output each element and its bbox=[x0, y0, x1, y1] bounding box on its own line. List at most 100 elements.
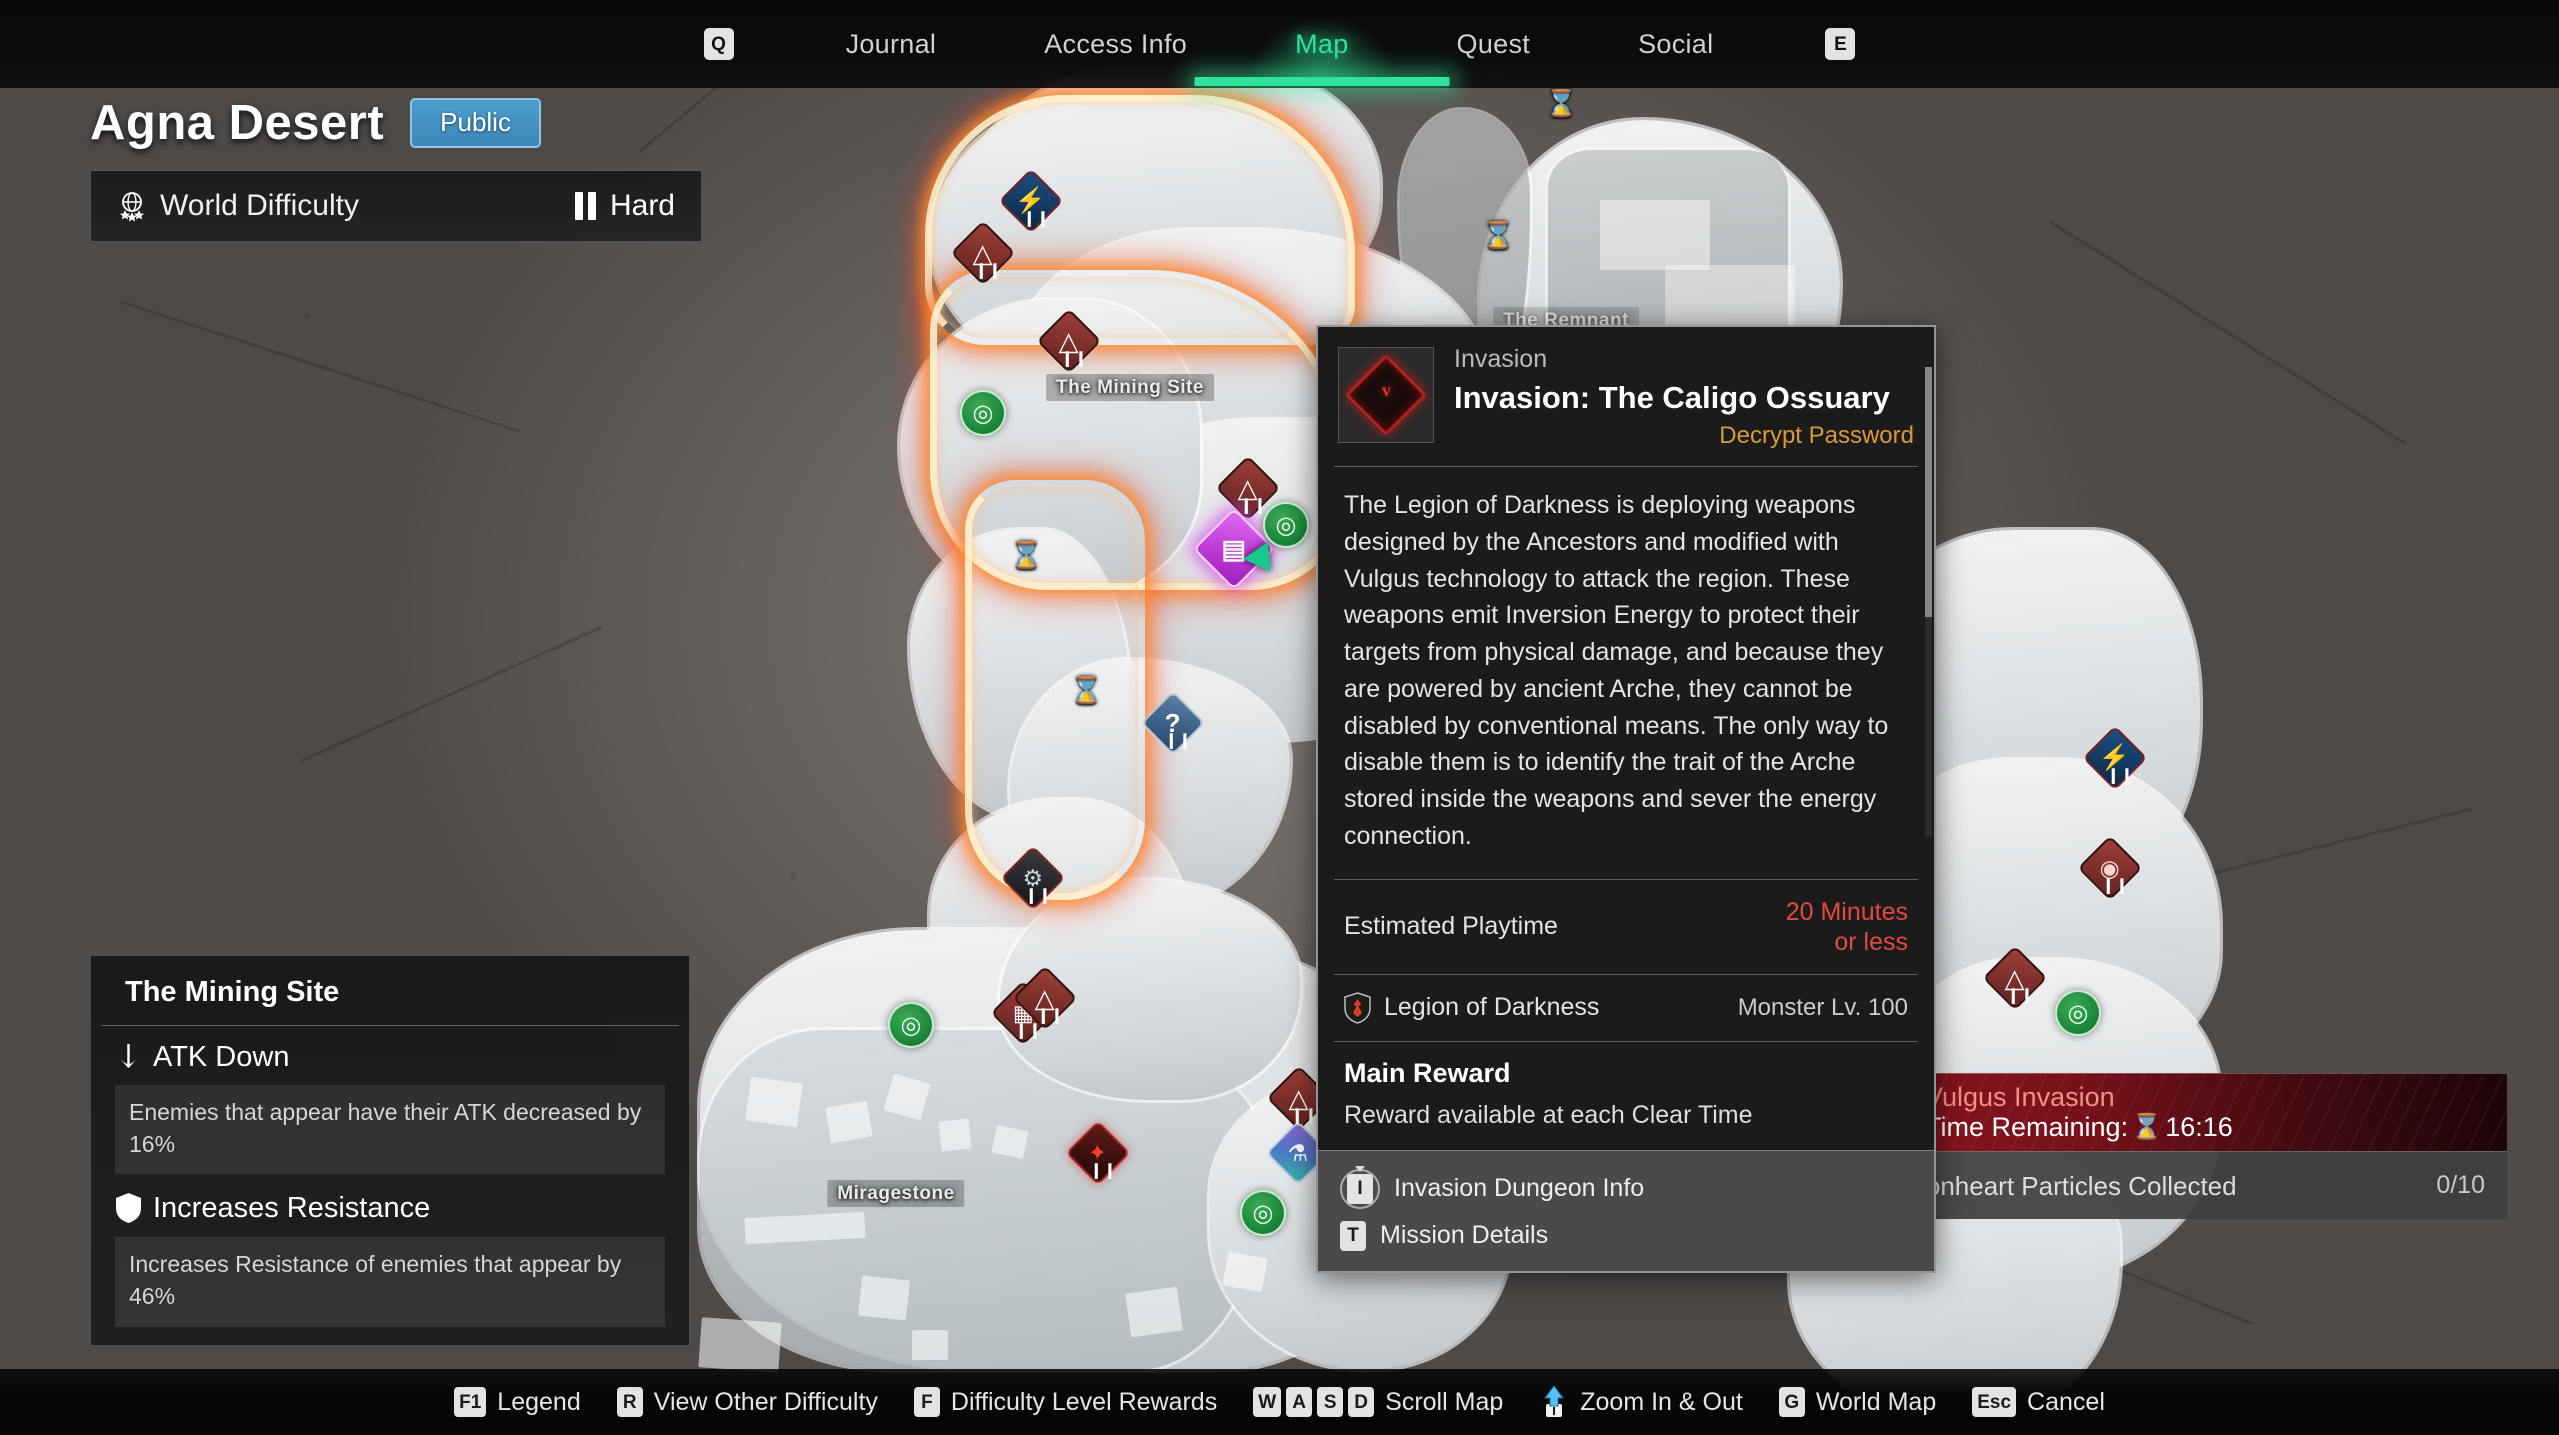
hint-label-zoom: Zoom In & Out bbox=[1580, 1387, 1743, 1416]
world-difficulty-bar[interactable]: World Difficulty Hard bbox=[90, 170, 702, 242]
tab-map-underline bbox=[1194, 76, 1450, 86]
faction-group: Legion of Darkness bbox=[1344, 991, 1600, 1024]
prev-tab-key-q[interactable]: Q bbox=[703, 28, 734, 60]
hint-difficulty-rewards[interactable]: F Difficulty Level Rewards bbox=[896, 1387, 1235, 1417]
map-gate-icon-mid[interactable]: ⌛ bbox=[1070, 675, 1102, 707]
next-tab-key-e[interactable]: E bbox=[1825, 28, 1856, 60]
hint-world-map[interactable]: G World Map bbox=[1761, 1387, 1954, 1417]
map-marker-landing-s[interactable]: ◎ bbox=[1240, 1190, 1286, 1236]
map-marker-landing-sw[interactable]: ◎ bbox=[888, 1002, 934, 1048]
hint-cancel[interactable]: Esc Cancel bbox=[1954, 1387, 2123, 1417]
globe-star-icon bbox=[117, 190, 147, 222]
marker-difficulty-bars: ❙❙ bbox=[1291, 1107, 1319, 1124]
map-marker-energy-north[interactable]: ⚡ ❙❙ bbox=[998, 168, 1064, 234]
marker-difficulty-bars: ❙❙ bbox=[1015, 1022, 1043, 1039]
map-marker-landing-east[interactable]: ◎ bbox=[2055, 990, 2101, 1036]
map-marker-outpost-s2[interactable]: △ ❙❙ bbox=[1012, 965, 1078, 1031]
key-d: D bbox=[1348, 1387, 1375, 1417]
mirage-structure bbox=[698, 1317, 782, 1373]
monster-level: Monster Lv. 100 bbox=[1737, 993, 1908, 1021]
action-mission-details[interactable]: T Mission Details bbox=[1340, 1215, 1912, 1257]
faction-label: Legion of Darkness bbox=[1384, 992, 1600, 1021]
mirage-structure bbox=[1125, 1286, 1183, 1338]
map-gate-icon-west[interactable]: ⌛ bbox=[1010, 540, 1042, 572]
map-marker-unknown[interactable]: ? ❙❙ bbox=[1140, 690, 1206, 756]
map-label-mining-site: The Mining Site bbox=[1046, 374, 1214, 401]
atk-down-icon bbox=[115, 1042, 142, 1072]
hint-keys-legend: F1 bbox=[454, 1387, 487, 1417]
tab-map-label: Map bbox=[1295, 28, 1349, 59]
hint-label-cancel: Cancel bbox=[2027, 1387, 2105, 1416]
tab-map[interactable]: Map bbox=[1194, 15, 1450, 86]
mirage-structure bbox=[825, 1100, 873, 1144]
world-difficulty-label: World Difficulty bbox=[160, 189, 359, 222]
public-badge[interactable]: Public bbox=[410, 98, 541, 148]
invasion-boundary-south bbox=[965, 480, 1145, 900]
region-header: Agna Desert Public World Difficulty Hard bbox=[90, 98, 702, 242]
marker-difficulty-bars: ❙❙ bbox=[975, 262, 1003, 279]
hint-scroll-map[interactable]: W A S D Scroll Map bbox=[1235, 1387, 1521, 1417]
hint-label-scroll-map: Scroll Map bbox=[1385, 1387, 1504, 1416]
gate-icon: ▤ bbox=[1221, 533, 1247, 564]
tab-social[interactable]: Social bbox=[1584, 30, 1767, 58]
map-marker-boss-center[interactable]: ⚙ ❙❙ bbox=[1000, 845, 1066, 911]
vulgus-text-group: Vulgus Invasion Time Remaining: ⌛ 16:16 bbox=[1925, 1084, 2233, 1141]
time-remaining-label: Time Remaining: bbox=[1925, 1112, 2129, 1142]
key-f1: F1 bbox=[454, 1387, 487, 1417]
marker-difficulty-bars: ❙❙ bbox=[1025, 887, 1053, 904]
map-marker-outpost-east[interactable]: △ ❙❙ bbox=[1982, 945, 2048, 1011]
page-title: Agna Desert bbox=[90, 95, 385, 150]
invasion-emblem-box: ᵛ bbox=[1338, 347, 1434, 443]
tab-journal-label: Journal bbox=[845, 28, 937, 59]
scrollbar-thumb[interactable] bbox=[1925, 367, 1932, 617]
map-marker-boss-south[interactable]: ✦ ❙❙ bbox=[1065, 1120, 1131, 1186]
mirage-structure bbox=[858, 1275, 910, 1321]
hint-label-difficulty-rewards: Difficulty Level Rewards bbox=[950, 1387, 1218, 1416]
invasion-kicker: Invasion bbox=[1454, 345, 1548, 373]
map-marker-outpost-nw[interactable]: △ ❙❙ bbox=[950, 220, 1016, 286]
invasion-name: Invasion: The Caligo Ossuary bbox=[1454, 380, 1890, 415]
map-gate-icon-remnant[interactable]: ⌛ bbox=[1482, 220, 1514, 252]
invasion-description-scrollbar[interactable] bbox=[1925, 367, 1932, 837]
faction-row: Legion of Darkness Monster Lv. 100 bbox=[1318, 975, 1934, 1041]
ironheart-particles-row: Ironheart Particles Collected 0/10 bbox=[1847, 1151, 2507, 1219]
landing-pad-icon: ◎ bbox=[1252, 1199, 1274, 1227]
playtime-line-1: 20 Minutes bbox=[1785, 897, 1908, 926]
invasion-description: The Legion of Darkness is deploying weap… bbox=[1344, 491, 1889, 850]
hint-legend[interactable]: F1 Legend bbox=[436, 1387, 599, 1417]
key-g: G bbox=[1778, 1387, 1805, 1417]
action-invasion-dungeon-info[interactable]: I Invasion Dungeon Info bbox=[1340, 1163, 1912, 1215]
tab-access-info[interactable]: Access Info bbox=[990, 30, 1241, 58]
tab-journal[interactable]: Journal bbox=[792, 28, 991, 59]
marker-difficulty-bars: ❙❙ bbox=[1090, 1162, 1118, 1179]
hint-view-other-difficulty[interactable]: R View Other Difficulty bbox=[599, 1387, 896, 1417]
region-title-row: Agna Desert Public bbox=[90, 98, 702, 148]
main-reward-desc: Reward available at each Clear Time bbox=[1344, 1100, 1753, 1129]
marker-difficulty-bars: ❙❙ bbox=[1037, 1007, 1065, 1024]
landing-pad-icon: ◎ bbox=[900, 1011, 922, 1039]
mirage-structure bbox=[912, 1330, 948, 1360]
key-i[interactable]: I bbox=[1340, 1168, 1380, 1209]
map-marker-beacon-east[interactable]: ◉ ❙❙ bbox=[2077, 835, 2143, 901]
map-marker-landing-nw[interactable]: ◎ bbox=[960, 390, 1006, 436]
faction-shield-icon bbox=[1344, 991, 1371, 1024]
map-marker-energy-east[interactable]: ⚡ ❙❙ bbox=[2082, 725, 2148, 791]
map-label-miragestone: Miragestone bbox=[827, 1180, 965, 1207]
time-remaining-value: 16:16 bbox=[2165, 1112, 2233, 1142]
key-s: S bbox=[1317, 1387, 1344, 1417]
mining-site-effects: ATK Down Enemies that appear have their … bbox=[91, 1026, 689, 1327]
action-label-mission-details: Mission Details bbox=[1380, 1221, 1549, 1250]
vulgus-invasion-emblem: ᵛ bbox=[1344, 353, 1428, 437]
effect-desc-atk-down: Enemies that appear have their ATK decre… bbox=[115, 1085, 665, 1175]
vulgus-time-remaining: Time Remaining: ⌛ 16:16 bbox=[1925, 1114, 2233, 1141]
hint-zoom[interactable]: Zoom In & Out bbox=[1521, 1384, 1761, 1420]
difficulty-label-group: World Difficulty bbox=[117, 190, 359, 222]
map-marker-landing-center[interactable]: ◎ bbox=[1263, 502, 1309, 548]
invasion-detail-panel: ᵛ Invasion Invasion: The Caligo Ossuary … bbox=[1316, 325, 1936, 1273]
tab-quest[interactable]: Quest bbox=[1403, 30, 1585, 58]
map-marker-outpost-n[interactable]: △ ❙❙ bbox=[1036, 308, 1102, 374]
hint-label-view-other-difficulty: View Other Difficulty bbox=[653, 1387, 878, 1416]
difficulty-value-group: Hard bbox=[574, 191, 675, 221]
ironheart-particles-count: 0/10 bbox=[2436, 1171, 2485, 1199]
map-gate-icon-north[interactable]: ⌛ bbox=[1545, 88, 1577, 120]
